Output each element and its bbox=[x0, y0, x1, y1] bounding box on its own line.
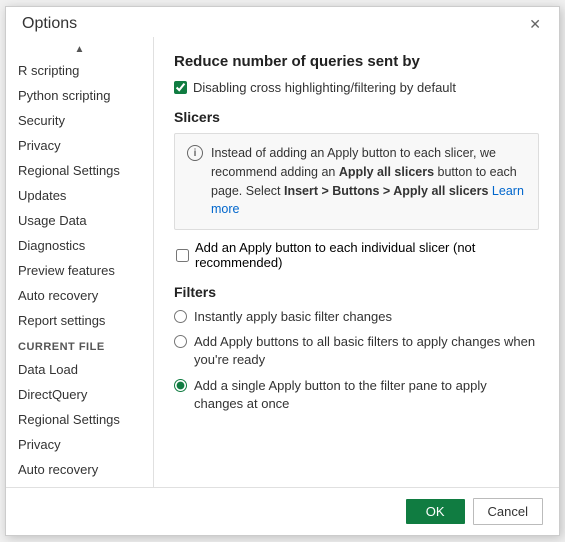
sidebar-item-regional-settings-file[interactable]: Regional Settings bbox=[6, 407, 153, 432]
close-button[interactable]: ✕ bbox=[523, 15, 547, 33]
dialog-footer: OK Cancel bbox=[6, 487, 559, 535]
content-title: Reduce number of queries sent by bbox=[174, 53, 539, 70]
sidebar-item-updates[interactable]: Updates bbox=[6, 183, 153, 208]
filter-options: Instantly apply basic filter changes Add … bbox=[174, 308, 539, 413]
sidebar-item-auto-recovery-global[interactable]: Auto recovery bbox=[6, 283, 153, 308]
apply-slicer-label[interactable]: Add an Apply button to each individual s… bbox=[195, 240, 539, 270]
sidebar-global-items: R scriptingPython scriptingSecurityPriva… bbox=[6, 58, 153, 333]
apply-button-row: Add an Apply button to each individual s… bbox=[176, 240, 539, 270]
sidebar-item-privacy[interactable]: Privacy bbox=[6, 133, 153, 158]
sidebar-item-security[interactable]: Security bbox=[6, 108, 153, 133]
sidebar-item-python-scripting[interactable]: Python scripting bbox=[6, 83, 153, 108]
current-file-section-label: CURRENT FILE bbox=[6, 333, 153, 357]
slicers-title: Slicers bbox=[174, 109, 539, 125]
filter-radio-0[interactable] bbox=[174, 310, 187, 323]
info-bold-1: Apply all slicers bbox=[339, 165, 434, 179]
cancel-button[interactable]: Cancel bbox=[473, 498, 543, 525]
cross-highlight-label[interactable]: Disabling cross highlighting/filtering b… bbox=[193, 80, 456, 95]
cross-highlight-row: Disabling cross highlighting/filtering b… bbox=[174, 80, 539, 95]
sidebar-item-direct-query[interactable]: DirectQuery bbox=[6, 382, 153, 407]
sidebar-item-regional-settings-global[interactable]: Regional Settings bbox=[6, 158, 153, 183]
sidebar-item-privacy-file[interactable]: Privacy bbox=[6, 432, 153, 457]
apply-slicer-checkbox[interactable] bbox=[176, 249, 189, 262]
sidebar-item-published-dataset[interactable]: Published dataset set... bbox=[6, 482, 153, 487]
filter-radio-1[interactable] bbox=[174, 335, 187, 348]
sidebar: ▲ R scriptingPython scriptingSecurityPri… bbox=[6, 37, 154, 487]
filter-option-label[interactable]: Add Apply buttons to all basic filters t… bbox=[194, 333, 539, 369]
filter-option-row: Add a single Apply button to the filter … bbox=[174, 377, 539, 413]
filter-option-label[interactable]: Add a single Apply button to the filter … bbox=[194, 377, 539, 413]
filter-option-row: Instantly apply basic filter changes bbox=[174, 308, 539, 326]
slicers-info-box: i Instead of adding an Apply button to e… bbox=[174, 133, 539, 230]
sidebar-item-auto-recovery-file[interactable]: Auto recovery bbox=[6, 457, 153, 482]
filters-title: Filters bbox=[174, 284, 539, 300]
sidebar-item-preview-features[interactable]: Preview features bbox=[6, 258, 153, 283]
content-area: Reduce number of queries sent by Disabli… bbox=[154, 37, 559, 487]
sidebar-item-usage-data[interactable]: Usage Data bbox=[6, 208, 153, 233]
sidebar-item-data-load[interactable]: Data Load bbox=[6, 357, 153, 382]
sidebar-item-r-scripting[interactable]: R scripting bbox=[6, 58, 153, 83]
ok-button[interactable]: OK bbox=[406, 499, 465, 524]
cross-highlight-checkbox[interactable] bbox=[174, 81, 187, 94]
info-bold-2: Insert > Buttons > Apply all slicers bbox=[284, 184, 488, 198]
sidebar-item-report-settings-global[interactable]: Report settings bbox=[6, 308, 153, 333]
sidebar-item-diagnostics[interactable]: Diagnostics bbox=[6, 233, 153, 258]
sidebar-file-items: Data LoadDirectQueryRegional SettingsPri… bbox=[6, 357, 153, 487]
dialog-title: Options bbox=[22, 15, 77, 33]
dialog-body: ▲ R scriptingPython scriptingSecurityPri… bbox=[6, 37, 559, 487]
info-icon: i bbox=[187, 145, 203, 161]
dialog-header: Options ✕ bbox=[6, 7, 559, 37]
filter-option-row: Add Apply buttons to all basic filters t… bbox=[174, 333, 539, 369]
filter-option-label[interactable]: Instantly apply basic filter changes bbox=[194, 308, 392, 326]
filter-radio-2[interactable] bbox=[174, 379, 187, 392]
info-text: Instead of adding an Apply button to eac… bbox=[211, 144, 526, 219]
filters-section: Filters Instantly apply basic filter cha… bbox=[174, 284, 539, 413]
options-dialog: Options ✕ ▲ R scriptingPython scriptingS… bbox=[5, 6, 560, 536]
scroll-up-arrow[interactable]: ▲ bbox=[6, 41, 153, 58]
